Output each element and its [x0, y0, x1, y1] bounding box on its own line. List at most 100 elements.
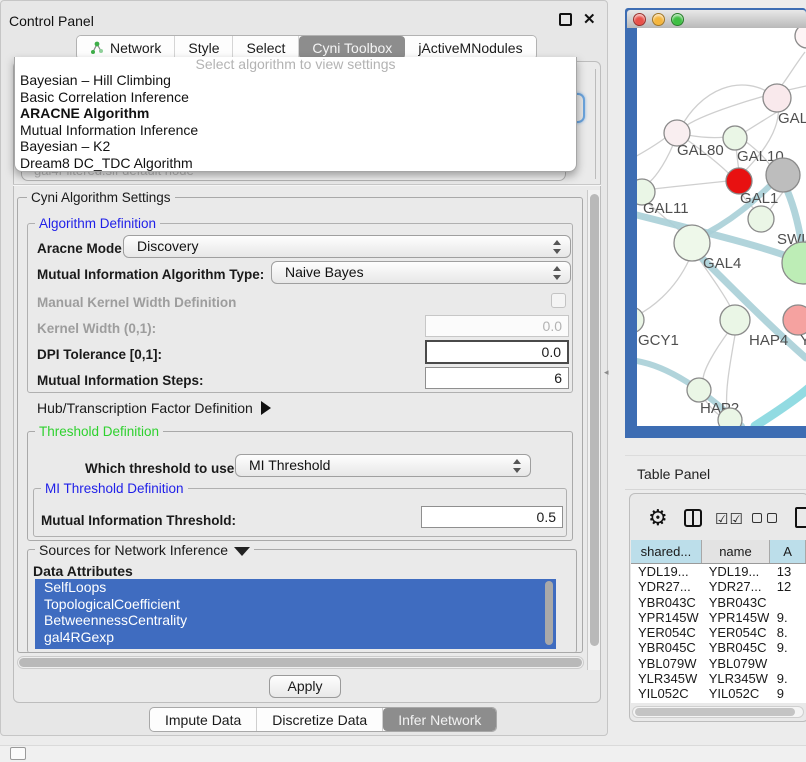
- network-edge: [781, 52, 805, 86]
- network-canvas[interactable]: GAL7GAL80GAL10GAL1GAL11SWI4GAL4GCY1HAP4Y…: [637, 28, 806, 426]
- kernel-width-field[interactable]: 0.0: [425, 315, 569, 337]
- attribute-item[interactable]: SelfLoops: [35, 579, 556, 596]
- gear-icon[interactable]: ⚙: [648, 505, 668, 531]
- node-swi4[interactable]: [748, 206, 774, 232]
- aracne-mode-combo[interactable]: Discovery: [123, 235, 571, 258]
- network-edge: [653, 181, 728, 189]
- node-salmon[interactable]: [783, 305, 806, 335]
- tab-cyni-toolbox[interactable]: Cyni Toolbox: [299, 36, 405, 59]
- table-cell: YBR045C: [702, 640, 770, 655]
- algorithm-item[interactable]: Basic Correlation Inference: [15, 89, 576, 106]
- tab-jactivemnodules[interactable]: jActiveMNodules: [405, 36, 535, 59]
- node-hap4[interactable]: [720, 305, 750, 335]
- clear-checkboxes-icon[interactable]: [752, 513, 762, 523]
- settings-horizontal-scrollbar[interactable]: [17, 656, 584, 669]
- node-gal11-label: GAL11: [643, 200, 689, 217]
- mi-steps-field[interactable]: 6: [425, 367, 569, 389]
- columns-icon[interactable]: [684, 509, 702, 527]
- table-row[interactable]: YPR145WYPR145W9.: [631, 610, 806, 625]
- which-threshold-combo[interactable]: MI Threshold: [235, 454, 531, 477]
- select-all-checkboxes-icon[interactable]: ☑☑: [715, 510, 744, 528]
- table-row[interactable]: YDR27...YDR27...12: [631, 579, 806, 594]
- mi-type-combo[interactable]: Naive Bayes: [271, 261, 571, 284]
- manual-kernel-checkbox[interactable]: [551, 293, 566, 308]
- node-bottom[interactable]: [718, 408, 742, 426]
- splitter-handle[interactable]: ◂: [604, 368, 609, 377]
- column-header[interactable]: shared...: [631, 540, 702, 563]
- node-gal10[interactable]: [723, 126, 747, 150]
- threshold-definition-title: Threshold Definition: [35, 424, 163, 439]
- table-row[interactable]: YER054CYER054C8.: [631, 625, 806, 640]
- mi-steps-label: Mutual Information Steps:: [37, 373, 204, 388]
- node-gal7-label: GAL7: [778, 110, 806, 127]
- node-gal1-label: GAL1: [740, 190, 778, 207]
- node-swi4-big[interactable]: [782, 242, 806, 284]
- attribute-item[interactable]: TopologicalCoefficient: [35, 596, 556, 613]
- hub-definition-label: Hub/Transcription Factor Definition: [37, 400, 253, 416]
- close-icon[interactable]: ✕: [583, 10, 596, 28]
- tab-select[interactable]: Select: [233, 36, 299, 59]
- tab-impute-data[interactable]: Impute Data: [150, 708, 257, 731]
- list-scrollbar-thumb[interactable]: [545, 581, 553, 645]
- table-cell: 8.: [770, 625, 806, 640]
- node-hap2[interactable]: [687, 378, 711, 402]
- attribute-item[interactable]: gal4RGexp: [35, 629, 556, 646]
- settings-vertical-scrollbar[interactable]: [587, 190, 600, 670]
- clear-checkboxes-icon[interactable]: [767, 513, 777, 523]
- node-hap4-label: HAP4: [749, 332, 788, 349]
- tab-network[interactable]: Network: [77, 36, 175, 59]
- table-horizontal-scrollbar[interactable]: [632, 706, 804, 718]
- network-graph: GAL7GAL80GAL10GAL1GAL11SWI4GAL4GCY1HAP4Y…: [637, 28, 806, 426]
- scrollbar-thumb[interactable]: [635, 708, 795, 716]
- algorithm-item[interactable]: Bayesian – Hill Climbing: [15, 72, 576, 89]
- mi-threshold-field[interactable]: 0.5: [421, 506, 563, 528]
- algorithm-item[interactable]: Bayesian – K2: [15, 138, 576, 155]
- column-header[interactable]: name: [702, 540, 770, 563]
- tab-style[interactable]: Style: [175, 36, 233, 59]
- zoom-traffic-light-icon[interactable]: [671, 13, 684, 26]
- column-header[interactable]: A: [770, 540, 806, 563]
- apply-button[interactable]: Apply: [269, 675, 341, 698]
- table-row[interactable]: YLR345WYLR345W9.: [631, 671, 806, 686]
- algorithm-item[interactable]: ARACNE Algorithm: [15, 105, 576, 122]
- table-cell: 9: [770, 686, 806, 701]
- mi-type-label: Mutual Information Algorithm Type:: [37, 267, 264, 282]
- attribute-item[interactable]: BetweennessCentrality: [35, 612, 556, 629]
- document-icon[interactable]: [795, 507, 806, 528]
- scrollbar-thumb[interactable]: [590, 194, 599, 646]
- tab-label: Select: [246, 40, 285, 56]
- node-attribute-table[interactable]: shared...nameA YDL19...YDL19...13YDR27..…: [631, 540, 806, 703]
- algorithm-item[interactable]: Dream8 DC_TDC Algorithm: [15, 155, 576, 172]
- network-edge: [647, 145, 673, 184]
- node-gcy1[interactable]: [637, 307, 644, 333]
- sources-expander[interactable]: Sources for Network Inference: [35, 542, 254, 558]
- minimize-traffic-light-icon[interactable]: [652, 13, 665, 26]
- data-attributes-list[interactable]: SelfLoopsTopologicalCoefficientBetweenne…: [35, 579, 556, 649]
- table-row[interactable]: YBR045CYBR045C9.: [631, 640, 806, 655]
- close-traffic-light-icon[interactable]: [633, 13, 646, 26]
- network-window-titlebar[interactable]: [627, 10, 806, 28]
- table-cell: YBR045C: [631, 640, 702, 655]
- cyni-bottom-tabbar: Impute DataDiscretize DataInfer Network: [149, 707, 497, 732]
- table-row[interactable]: YBL079WYBL079W: [631, 656, 806, 671]
- manual-kernel-label: Manual Kernel Width Definition: [37, 295, 236, 310]
- tab-infer-network[interactable]: Infer Network: [383, 708, 496, 731]
- node-top-corner[interactable]: [795, 28, 806, 48]
- hub-definition-expander[interactable]: Hub/Transcription Factor Definition: [37, 400, 271, 416]
- algorithm-item[interactable]: Mutual Information Inference: [15, 122, 576, 139]
- float-icon[interactable]: [559, 13, 572, 26]
- node-gal7[interactable]: [763, 84, 791, 112]
- table-panel-divider: [625, 455, 806, 456]
- table-row[interactable]: YDL19...YDL19...13: [631, 564, 806, 579]
- dpi-tolerance-field[interactable]: 0.0: [425, 340, 569, 364]
- table-cell: [770, 656, 806, 671]
- node-salmon-label: Y: [800, 332, 806, 349]
- minimized-panel-icon[interactable]: [10, 747, 26, 760]
- network-icon: [90, 41, 104, 55]
- table-row[interactable]: YBR043CYBR043C: [631, 595, 806, 610]
- section-divider: [13, 184, 601, 186]
- node-gray[interactable]: [766, 158, 800, 192]
- table-row[interactable]: YIL052CYIL052C9: [631, 686, 806, 701]
- scrollbar-thumb[interactable]: [19, 658, 582, 667]
- tab-discretize-data[interactable]: Discretize Data: [257, 708, 383, 731]
